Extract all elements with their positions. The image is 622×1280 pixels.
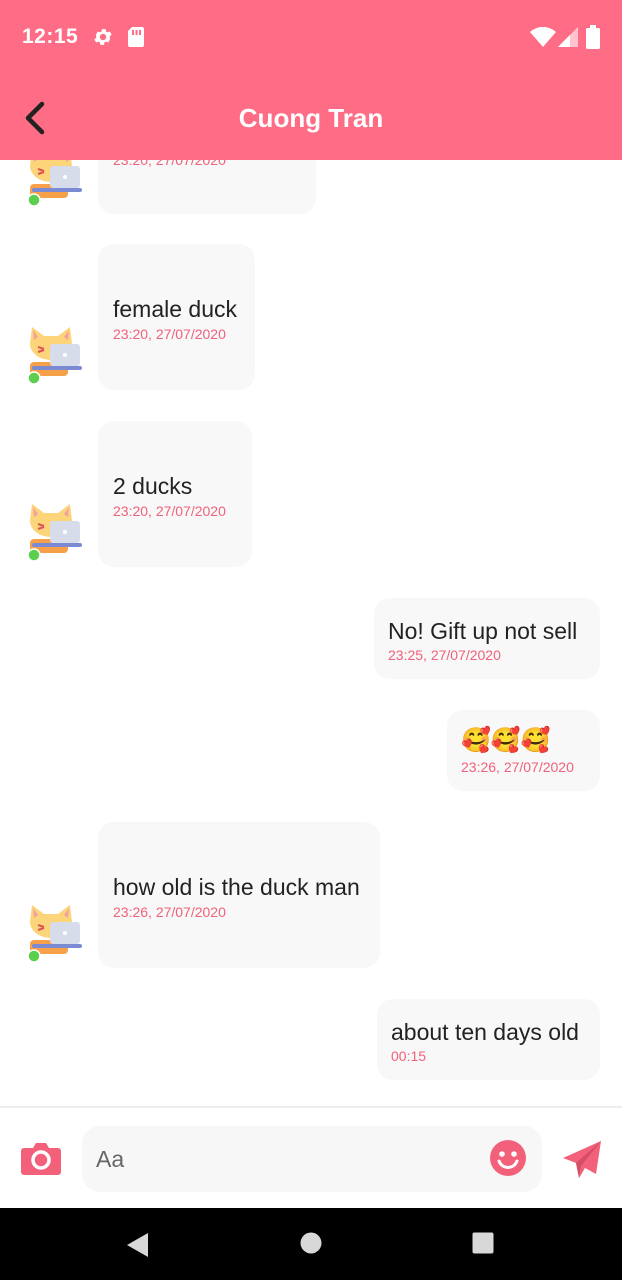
- gear-icon: [94, 29, 112, 45]
- message-timestamp: 23:26, 27/07/2020: [461, 759, 574, 775]
- send-button[interactable]: [562, 1140, 602, 1180]
- message-input[interactable]: [82, 1126, 542, 1192]
- emoji-button[interactable]: [490, 1140, 526, 1176]
- composer-bar: [0, 1106, 622, 1210]
- message-bubble-outgoing[interactable]: No! Gift up not sell 23:25, 27/07/2020: [374, 598, 600, 679]
- battery-icon: [586, 25, 600, 49]
- status-time: 12:15: [22, 25, 79, 48]
- message-bubble-outgoing[interactable]: about ten days old 00:15: [377, 999, 600, 1080]
- nav-recents-icon[interactable]: [472, 1232, 494, 1254]
- cat-avatar-icon: [27, 504, 82, 561]
- message-bubble-incoming[interactable]: 23:20, 27/07/2020: [98, 160, 316, 214]
- cat-avatar-icon: [27, 327, 82, 384]
- message-bubble-incoming[interactable]: 2 ducks 23:20, 27/07/2020: [98, 421, 252, 567]
- signal-icon: [558, 27, 578, 47]
- message-bubble-outgoing[interactable]: 🥰🥰🥰 23:26, 27/07/2020: [447, 710, 600, 791]
- nav-back-icon[interactable]: [126, 1232, 150, 1258]
- message-text: female duck: [113, 296, 238, 322]
- message-timestamp: 23:20, 27/07/2020: [113, 326, 226, 342]
- nav-home-icon[interactable]: [300, 1232, 322, 1254]
- message-bubble-incoming[interactable]: how old is the duck man 23:26, 27/07/202…: [98, 822, 380, 968]
- app-header: 12:15 Cuong Tran: [0, 0, 622, 160]
- sd-card-icon: [128, 27, 144, 47]
- message-list[interactable]: 23:20, 27/07/2020 female duck 23:20, 27/…: [0, 160, 622, 1106]
- camera-button[interactable]: [20, 1138, 62, 1178]
- message-bubble-incoming[interactable]: female duck 23:20, 27/07/2020: [98, 244, 255, 390]
- message-emoji: 🥰🥰🥰: [461, 727, 551, 754]
- message-timestamp: 23:26, 27/07/2020: [113, 904, 226, 920]
- cat-avatar-icon: [27, 160, 82, 206]
- message-text: No! Gift up not sell: [388, 618, 578, 644]
- chat-title: Cuong Tran: [238, 103, 384, 133]
- message-timestamp: 23:20, 27/07/2020: [113, 503, 226, 519]
- message-timestamp: 23:20, 27/07/2020: [113, 160, 226, 168]
- message-timestamp: 00:15: [391, 1048, 427, 1064]
- message-text: 2 ducks: [113, 473, 193, 499]
- system-nav-bar: [0, 1208, 622, 1280]
- wifi-icon: [530, 27, 556, 47]
- cat-avatar-icon: [27, 905, 82, 962]
- message-text: about ten days old: [391, 1019, 579, 1045]
- message-text: how old is the duck man: [113, 874, 360, 900]
- message-timestamp: 23:25, 27/07/2020: [388, 647, 501, 663]
